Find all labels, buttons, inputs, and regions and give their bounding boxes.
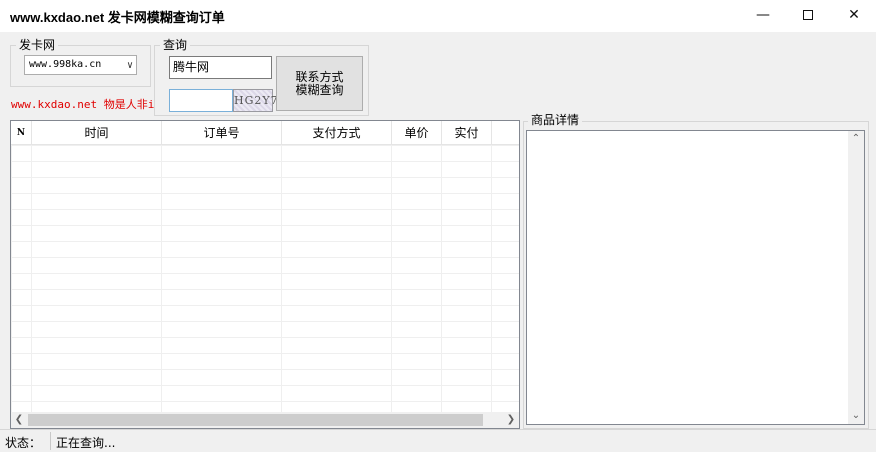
detail-group-label: 商品详情 bbox=[528, 113, 583, 127]
status-separator bbox=[50, 432, 51, 450]
column-header-order-no[interactable]: 订单号 bbox=[162, 121, 282, 145]
column-header-unit-price[interactable]: 单价 bbox=[392, 121, 442, 145]
faka-group-label: 发卡网 bbox=[16, 38, 59, 52]
horizontal-scrollbar[interactable]: ❮ ❯ bbox=[11, 412, 519, 428]
chevron-down-icon: ∨ bbox=[126, 60, 133, 71]
captcha-image[interactable]: HG2Y7 bbox=[233, 89, 278, 112]
column-header-payment[interactable]: 支付方式 bbox=[282, 121, 392, 145]
table-body bbox=[11, 145, 519, 412]
window-title: www.kxdao.net 发卡网模糊查询订单 bbox=[10, 10, 225, 25]
scroll-down-icon[interactable]: ⌄ bbox=[848, 408, 864, 424]
table-header: N 时间 订单号 支付方式 单价 实付 bbox=[11, 121, 519, 145]
maximize-button[interactable] bbox=[785, 0, 831, 30]
orders-table[interactable]: N 时间 订单号 支付方式 单价 实付 ❮ ❯ bbox=[10, 120, 520, 429]
column-header-time[interactable]: 时间 bbox=[32, 121, 162, 145]
vertical-scrollbar[interactable]: ⌃ ⌄ bbox=[848, 131, 864, 424]
captcha-input[interactable] bbox=[169, 89, 233, 112]
site-select-value: www.998ka.cn bbox=[29, 59, 102, 70]
watermark-text: www.kxdao.net 物是人非i bbox=[11, 98, 155, 111]
keyword-input[interactable]: 腾牛网 bbox=[169, 56, 272, 79]
status-label: 状态： bbox=[5, 436, 42, 450]
minimize-button[interactable]: — bbox=[740, 0, 786, 30]
status-text: 正在查询... bbox=[56, 436, 116, 450]
fuzzy-search-button[interactable]: 联系方式 模糊查询 bbox=[276, 56, 363, 111]
title-bar: www.kxdao.net 发卡网模糊查询订单 — ✕ bbox=[0, 0, 876, 32]
search-button-line2: 模糊查询 bbox=[295, 82, 344, 97]
column-header-n[interactable]: N bbox=[11, 121, 32, 145]
search-button-line1: 联系方式 bbox=[295, 69, 344, 84]
query-group-label: 查询 bbox=[160, 38, 191, 52]
close-button[interactable]: ✕ bbox=[831, 0, 876, 30]
close-icon: ✕ bbox=[848, 7, 860, 23]
status-bar: 状态： 正在查询... bbox=[0, 429, 876, 452]
scroll-left-icon[interactable]: ❮ bbox=[11, 412, 27, 428]
maximize-icon bbox=[803, 10, 813, 20]
minimize-icon: — bbox=[756, 7, 770, 23]
scroll-thumb[interactable] bbox=[28, 414, 483, 426]
site-select[interactable]: www.998ka.cn ∨ bbox=[24, 55, 137, 75]
scroll-right-icon[interactable]: ❯ bbox=[503, 412, 519, 428]
scroll-up-icon[interactable]: ⌃ bbox=[848, 131, 864, 147]
detail-textarea[interactable]: ⌃ ⌄ bbox=[526, 130, 865, 425]
column-header-paid[interactable]: 实付 bbox=[442, 121, 492, 145]
